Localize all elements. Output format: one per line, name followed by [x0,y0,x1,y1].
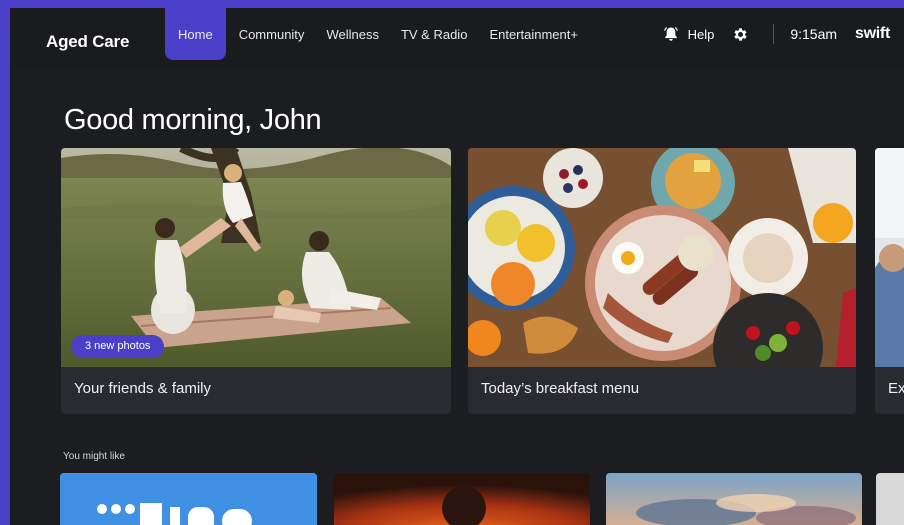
help-label: Help [687,26,715,42]
help-button[interactable]: Help [663,26,715,42]
recommendation-tile-3[interactable] [606,473,862,525]
bell-icon [663,27,678,41]
nav-item-tv-radio[interactable]: TV & Radio [390,8,478,60]
swift-logo: swift [855,25,890,42]
friends-family-card[interactable]: 3 new photos Your friends & family [61,148,451,414]
brand-title: Aged Care [46,32,130,51]
nav-item-home[interactable]: Home [165,8,226,60]
recommendation-tile-1[interactable] [60,473,317,525]
partial-card[interactable]: Ex [875,148,904,414]
nav-item-entertainment[interactable]: Entertainment+ [478,8,589,60]
recommendation-artwork-2 [334,473,590,525]
card-caption-partial: Ex [888,380,904,397]
nav-item-community[interactable]: Community [228,8,316,60]
recommendation-tile-4[interactable] [876,473,904,525]
toolbar: Help 9:15am swift [663,8,904,60]
gear-icon [734,27,747,41]
clock: 9:15am [790,26,838,42]
recommendation-artwork-1 [60,473,317,525]
settings-button[interactable] [732,26,749,43]
new-photos-badge: 3 new photos [71,335,165,358]
card-caption-friends-family: Your friends & family [74,380,212,397]
recommendation-tile-2[interactable] [334,473,590,525]
partial-card-photo [875,148,904,367]
app-screen: Aged Care Home Community Wellness TV & R… [10,8,904,525]
page-title: Good morning, John [64,104,322,136]
main-nav: Home Community Wellness TV & Radio Enter… [165,8,589,60]
toolbar-divider [773,24,775,44]
card-caption-breakfast-menu: Today’s breakfast menu [481,380,640,397]
breakfast-photo [468,148,856,367]
section-heading-you-might-like: You might like [63,451,125,462]
recommendation-artwork-3 [606,473,862,525]
top-navigation-bar: Aged Care Home Community Wellness TV & R… [10,8,904,70]
nav-item-wellness[interactable]: Wellness [315,8,390,60]
breakfast-menu-card[interactable]: Today’s breakfast menu [468,148,856,414]
